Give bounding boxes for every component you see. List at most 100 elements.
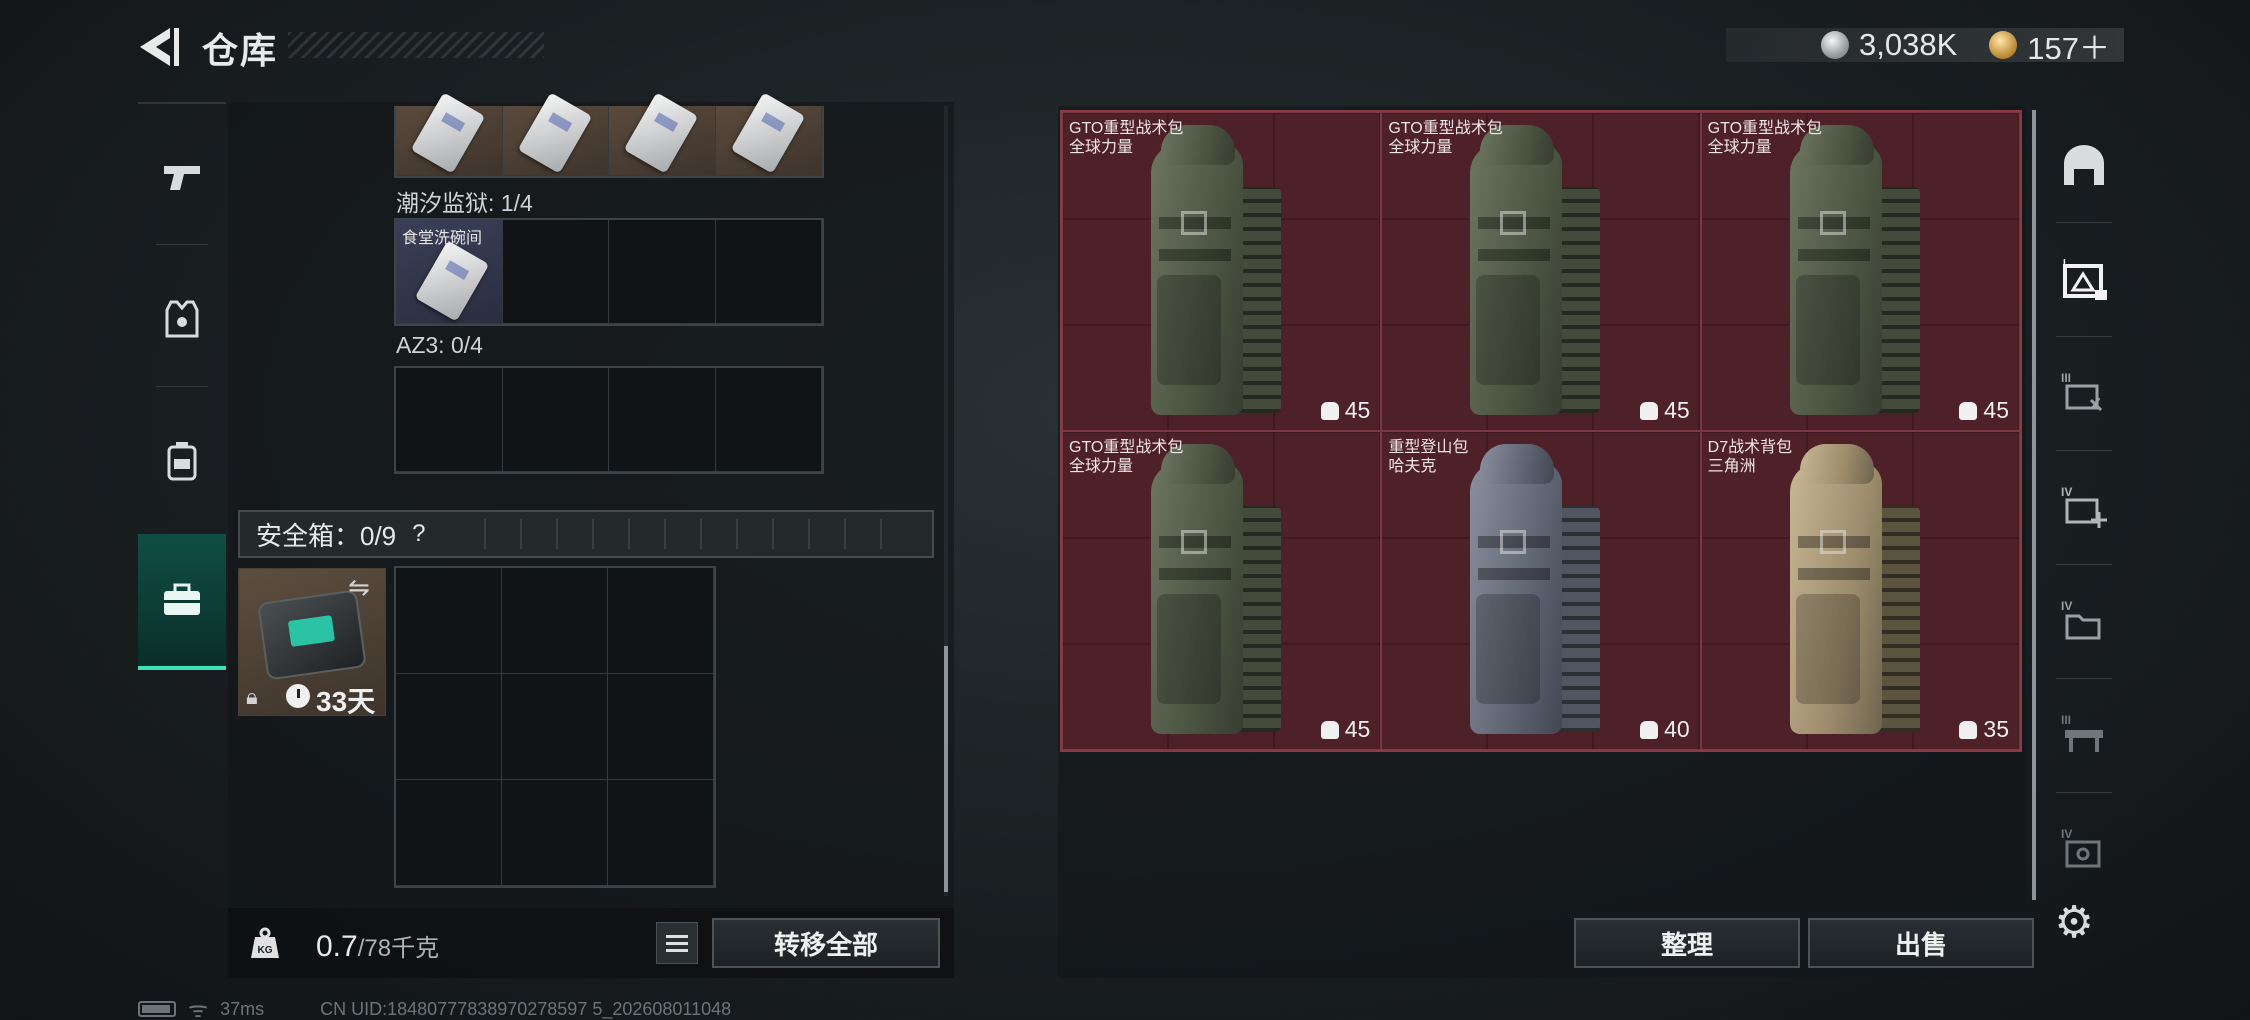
item-brand: 全球力量 xyxy=(1069,139,1134,156)
stash-tab-3-bench[interactable]: III xyxy=(2044,680,2124,790)
empty-slot[interactable] xyxy=(608,674,714,780)
item-capacity: 45 xyxy=(1344,397,1371,423)
empty-slot[interactable] xyxy=(396,780,502,886)
backpack-image xyxy=(1789,125,1930,425)
folder-icon: IV xyxy=(2061,599,2101,640)
user-uid: CN UID:18480777838970278597 5_2026080110… xyxy=(320,998,732,1019)
wifi-icon: ᯤ xyxy=(188,997,209,1020)
help-icon[interactable]: ? xyxy=(412,520,425,548)
item-name: GTO重型战术包 xyxy=(1069,120,1184,137)
carry-weight-current: 0.7 xyxy=(316,930,358,963)
rail-item-weapons[interactable] xyxy=(138,112,226,242)
swap-icon[interactable]: ⇋ xyxy=(348,572,370,603)
empty-slot[interactable] xyxy=(502,368,609,472)
backpack-icon xyxy=(167,442,197,481)
stash-item[interactable]: GTO重型战术包 全球力量 45 xyxy=(1381,112,1701,431)
stash-item[interactable]: D7战术背包 三角洲 35 xyxy=(1700,431,2020,750)
list-view-button[interactable] xyxy=(656,922,698,964)
empty-slot[interactable] xyxy=(502,568,608,674)
stash-item[interactable]: GTO重型战术包 全球力量 45 xyxy=(1062,431,1382,750)
item-capacity: 45 xyxy=(1664,397,1690,423)
gold-amount[interactable]: 157＋ xyxy=(2027,23,2110,68)
svg-text:IV: IV xyxy=(2061,485,2072,499)
sort-button[interactable]: 整理 xyxy=(1574,918,1800,968)
safebox-grid xyxy=(394,566,716,888)
rail-item-safebox[interactable] xyxy=(138,534,226,670)
safebox-case-image xyxy=(257,589,367,681)
back-button[interactable] xyxy=(136,24,182,70)
empty-slot[interactable] xyxy=(715,220,822,324)
svg-text:IV: IV xyxy=(2061,599,2072,613)
item-brand: 全球力量 xyxy=(1707,139,1772,156)
weight-icon: KG xyxy=(236,914,294,972)
empty-slot[interactable] xyxy=(502,780,608,886)
clock-icon xyxy=(286,684,310,708)
empty-slot[interactable] xyxy=(396,368,503,472)
sell-button[interactable]: 出售 xyxy=(1808,918,2034,968)
status-bar: ᯤ 37ms CN UID:18480777838970278597 5_202… xyxy=(138,997,732,1020)
empty-slot[interactable] xyxy=(502,674,608,780)
add-stash-icon: IV xyxy=(2061,485,2107,528)
capacity-icon xyxy=(1640,401,1659,420)
empty-slot[interactable] xyxy=(609,220,716,324)
empty-slot[interactable] xyxy=(502,220,609,324)
lock-icon: 🔒︎ xyxy=(246,684,258,709)
backpack-image xyxy=(1470,125,1610,425)
stash-scroll-thumb[interactable] xyxy=(2032,110,2036,900)
keycard-name: 食堂洗碗间 xyxy=(402,230,483,247)
stash-page-icon: III xyxy=(2061,371,2103,412)
ping-value: 37ms xyxy=(220,998,265,1019)
pistol-icon xyxy=(164,166,200,190)
empty-slot[interactable] xyxy=(715,368,822,472)
armor-vest-icon xyxy=(165,300,199,338)
inventory-scroll-thumb[interactable] xyxy=(944,646,948,892)
section-label-az3: AZ3: 0/4 xyxy=(396,332,483,358)
item-brand: 三角洲 xyxy=(1707,458,1756,475)
header-decoration xyxy=(465,519,886,549)
stash-tab-1[interactable]: I xyxy=(2044,224,2124,334)
vault-icon xyxy=(2064,145,2104,185)
empty-slot[interactable] xyxy=(608,780,714,886)
keycard-slot[interactable] xyxy=(715,92,822,176)
item-capacity: 40 xyxy=(1664,716,1690,742)
stash-tab-4-add[interactable]: IV xyxy=(2044,452,2124,562)
carry-weight-capacity: /78千克 xyxy=(357,935,440,962)
capacity-icon xyxy=(1320,401,1339,420)
stash-item[interactable]: GTO重型战术包 全球力量 45 xyxy=(1062,112,1382,431)
rail-item-backpacks[interactable] xyxy=(138,396,226,526)
stash-tab-4-folder[interactable]: IV xyxy=(2044,566,2124,676)
empty-slot[interactable] xyxy=(609,368,716,472)
safebox-label: 安全箱：0/9 xyxy=(256,520,397,551)
stash-page-icon: I xyxy=(2063,258,2107,300)
svg-text:IV: IV xyxy=(2061,827,2072,841)
stash-tab-4-safe[interactable]: IV xyxy=(2044,794,2124,904)
keycard-slot[interactable] xyxy=(396,92,503,176)
title-decoration xyxy=(288,32,544,58)
empty-slot[interactable] xyxy=(396,568,502,674)
empty-slot[interactable] xyxy=(396,674,502,780)
battery-icon xyxy=(138,1001,176,1017)
capacity-icon xyxy=(1640,720,1659,739)
keycard-slot[interactable]: 食堂洗碗间 xyxy=(396,220,503,324)
svg-text:III: III xyxy=(2061,713,2071,727)
empty-slot[interactable] xyxy=(608,568,714,674)
backpack-image xyxy=(1470,444,1610,744)
currency-bar: 3,038K 157＋ xyxy=(1726,27,2124,66)
stash-page-rail: I III IV IV III IV xyxy=(2044,110,2124,930)
keycard-slot[interactable] xyxy=(609,92,716,176)
stash-tab-all[interactable] xyxy=(2044,110,2124,220)
svg-text:KG: KG xyxy=(258,945,273,956)
carry-weight: 0.7/78千克 xyxy=(316,928,439,964)
rail-item-armor[interactable] xyxy=(138,254,226,384)
svg-text:III: III xyxy=(2061,371,2071,385)
item-name: GTO重型战术包 xyxy=(1388,120,1503,137)
keycard-slot[interactable] xyxy=(502,92,609,176)
svg-text:I: I xyxy=(2063,258,2066,269)
transfer-all-button[interactable]: 转移全部 xyxy=(712,918,940,968)
stash-item[interactable]: 重型登山包 哈夫克 40 xyxy=(1381,431,1701,750)
stash-tab-3[interactable]: III xyxy=(2044,338,2124,448)
stash-item[interactable]: GTO重型战术包 全球力量 45 xyxy=(1700,112,2020,431)
backpack-image xyxy=(1789,444,1930,744)
settings-gear-icon[interactable]: ⚙︎ xyxy=(2048,896,2100,948)
category-rail xyxy=(138,102,226,672)
